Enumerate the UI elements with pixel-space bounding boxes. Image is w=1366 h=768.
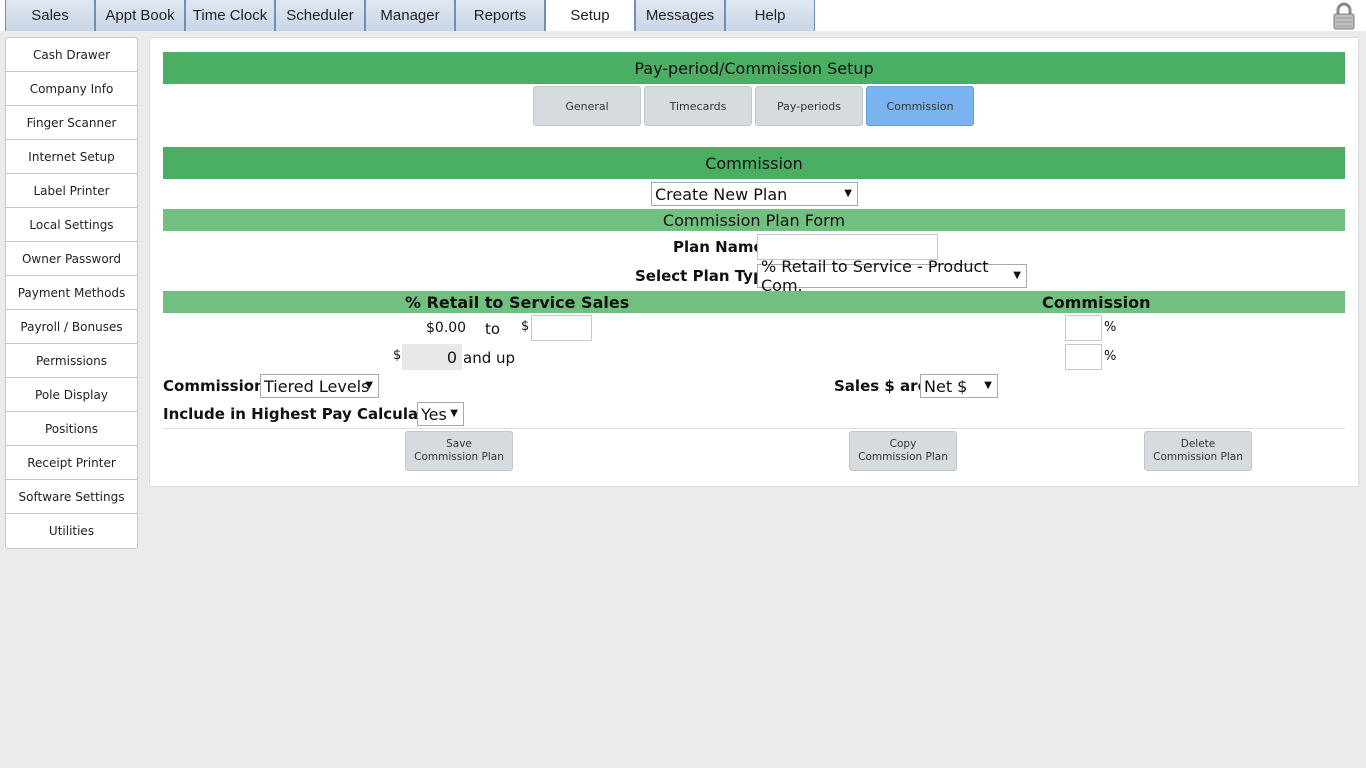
top-tabs: Sales Appt Book Time Clock Scheduler Man… — [5, 0, 815, 32]
sidebar-item-company-info[interactable]: Company Info — [6, 72, 137, 106]
plan-select-value: Create New Plan — [655, 184, 788, 204]
sidebar-item-receipt-printer[interactable]: Receipt Printer — [6, 446, 137, 480]
sales-type-value: Net $ — [924, 376, 968, 396]
tier2-and-up-label: and up — [463, 349, 516, 367]
page-title: Pay-period/Commission Setup — [163, 52, 1345, 84]
tab-reports[interactable]: Reports — [455, 0, 545, 32]
sales-type-label: Sales $ are: — [834, 377, 934, 395]
tab-sales[interactable]: Sales — [5, 0, 95, 32]
subtab-commission[interactable]: Commission — [866, 86, 974, 126]
commission-type-label: Commission: — [163, 377, 271, 395]
tier2-dollar-sign: $ — [393, 348, 402, 363]
commission-type-value: Tiered Levels — [264, 376, 370, 396]
sidebar-item-utilities[interactable]: Utilities — [6, 514, 137, 548]
top-nav-bar: Sales Appt Book Time Clock Scheduler Man… — [0, 0, 1366, 34]
table-header-retail: % Retail to Service Sales — [405, 293, 630, 312]
sales-type-select[interactable]: Net $ ▼ — [920, 374, 998, 398]
commission-type-select[interactable]: Tiered Levels ▼ — [260, 374, 379, 398]
sidebar-item-payroll-bonuses[interactable]: Payroll / Bonuses — [6, 310, 137, 344]
divider — [163, 428, 1345, 429]
sidebar-item-cash-drawer[interactable]: Cash Drawer — [6, 38, 137, 72]
sidebar-item-owner-password[interactable]: Owner Password — [6, 242, 137, 276]
highest-pay-value: Yes — [421, 404, 447, 424]
tab-help[interactable]: Help — [725, 0, 815, 32]
top-bar-divider — [0, 31, 1366, 34]
sidebar-item-positions[interactable]: Positions — [6, 412, 137, 446]
sidebar-item-local-settings[interactable]: Local Settings — [6, 208, 137, 242]
main-panel: Pay-period/Commission Setup General Time… — [149, 37, 1359, 487]
chevron-down-icon: ▼ — [365, 380, 373, 391]
sidebar-item-software-settings[interactable]: Software Settings — [6, 480, 137, 514]
copy-commission-plan-button[interactable]: Copy Commission Plan — [849, 431, 957, 471]
setup-sidebar: Cash Drawer Company Info Finger Scanner … — [5, 37, 138, 549]
sidebar-item-payment-methods[interactable]: Payment Methods — [6, 276, 137, 310]
plan-select[interactable]: Create New Plan ▼ — [651, 182, 858, 206]
tier1-percent-sign: % — [1104, 320, 1117, 335]
subtabs: General Timecards Pay-periods Commission — [533, 86, 977, 126]
tier2-percent-sign: % — [1104, 349, 1117, 364]
delete-commission-plan-button[interactable]: Delete Commission Plan — [1144, 431, 1252, 471]
tab-manager[interactable]: Manager — [365, 0, 455, 32]
tab-time-clock[interactable]: Time Clock — [185, 0, 275, 32]
subtab-pay-periods[interactable]: Pay-periods — [755, 86, 863, 126]
tier2-percent-input[interactable] — [1065, 344, 1102, 370]
tier1-from-value: $0.00 — [426, 320, 467, 336]
tier1-to-label: to — [485, 320, 501, 338]
tier1-to-input[interactable] — [531, 315, 592, 341]
table-header-bar — [163, 291, 1345, 313]
sidebar-item-internet-setup[interactable]: Internet Setup — [6, 140, 137, 174]
subtab-general[interactable]: General — [533, 86, 641, 126]
plan-name-label: Plan Name: — [673, 238, 770, 256]
tab-messages[interactable]: Messages — [635, 0, 725, 32]
tab-scheduler[interactable]: Scheduler — [275, 0, 365, 32]
sidebar-item-finger-scanner[interactable]: Finger Scanner — [6, 106, 137, 140]
plan-type-select[interactable]: % Retail to Service - Product Com. ▼ — [757, 257, 1027, 295]
tab-appt-book[interactable]: Appt Book — [95, 0, 185, 32]
plan-type-value: % Retail to Service - Product Com. — [761, 257, 989, 295]
form-title: Commission Plan Form — [163, 209, 1345, 231]
sidebar-item-permissions[interactable]: Permissions — [6, 344, 137, 378]
table-header-commission: Commission — [1042, 293, 1151, 312]
tier1-percent-input[interactable] — [1065, 315, 1102, 341]
section-title: Commission — [163, 147, 1345, 179]
sidebar-item-label-printer[interactable]: Label Printer — [6, 174, 137, 208]
tier1-dollar-sign: $ — [521, 319, 530, 334]
highest-pay-select[interactable]: Yes ▼ — [417, 402, 464, 426]
chevron-down-icon: ▼ — [450, 408, 458, 419]
save-commission-plan-button[interactable]: Save Commission Plan — [405, 431, 513, 471]
chevron-down-icon: ▼ — [1013, 270, 1021, 281]
tier2-from-input[interactable]: 0 — [402, 344, 462, 370]
chevron-down-icon: ▼ — [844, 188, 852, 199]
lock-icon[interactable] — [1332, 2, 1356, 30]
highest-pay-label: Include in Highest Pay Calculation: — [163, 405, 458, 423]
chevron-down-icon: ▼ — [984, 380, 992, 391]
subtab-timecards[interactable]: Timecards — [644, 86, 752, 126]
tab-setup[interactable]: Setup — [545, 0, 635, 32]
sidebar-item-pole-display[interactable]: Pole Display — [6, 378, 137, 412]
